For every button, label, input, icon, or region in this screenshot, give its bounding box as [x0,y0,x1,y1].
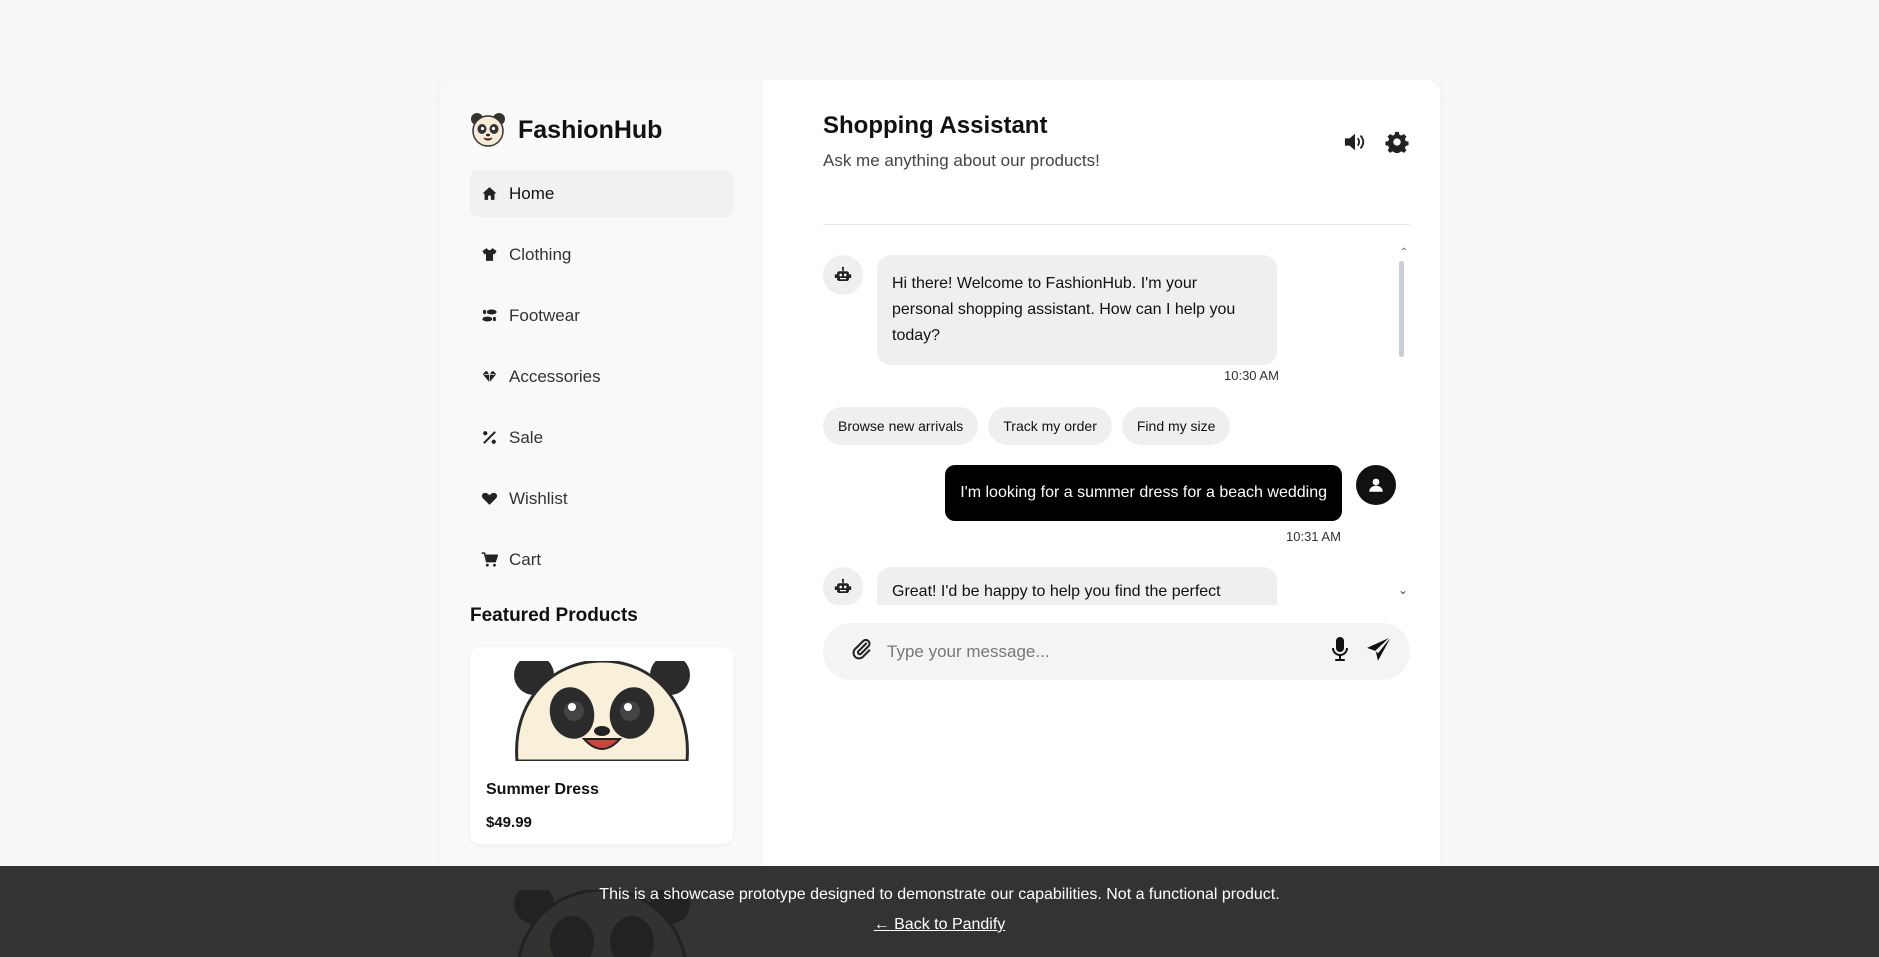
sidebar-item-sale[interactable]: Sale [470,414,733,461]
bot-avatar [823,567,863,605]
home-icon [480,185,498,203]
chat-header: Shopping Assistant Ask me anything about… [823,112,1410,225]
brand-name: FashionHub [518,115,663,144]
quick-replies: Browse new arrivals Track my order Find … [823,407,1231,445]
message-list[interactable]: ⌃ ⌄ Hi there! Welcome to FashionHub. I'm… [823,225,1410,605]
scroll-down-icon[interactable]: ⌄ [1398,583,1408,597]
message-bubble: Great! I'd be happy to help you find the… [877,567,1277,605]
shoe-prints-icon [480,307,498,325]
sidebar-item-wishlist[interactable]: Wishlist [470,475,733,522]
message-bubble: I'm looking for a summer dress for a bea… [945,465,1342,521]
product-image [512,661,692,761]
message-bubble: Hi there! Welcome to FashionHub. I'm you… [877,255,1277,365]
sidebar-item-footwear[interactable]: Footwear [470,292,733,339]
scroll-up-icon[interactable]: ⌃ [1400,247,1408,258]
sidebar-item-clothing[interactable]: Clothing [470,231,733,278]
gear-icon[interactable] [1384,129,1410,155]
sidebar-item-label: Cart [509,549,542,569]
cart-icon [480,551,498,569]
header-actions [1342,129,1410,155]
heart-icon [480,490,498,508]
product-name: Summer Dress [486,781,599,798]
robot-icon [834,266,852,281]
message-time: 10:31 AM [1286,529,1341,544]
panda-logo-icon [471,113,505,147]
chat-panel: Shopping Assistant Ask me anything about… [763,80,1440,957]
sidebar: FashionHub Home Clothing Footwear Access… [440,80,763,957]
percent-icon [480,429,498,447]
robot-icon [834,578,852,593]
message-input[interactable] [887,641,1332,662]
featured-products-title: Featured Products [470,605,638,626]
gem-icon [480,368,498,386]
user-avatar [1356,465,1396,505]
message-time: 10:30 AM [1224,368,1279,383]
sidebar-item-label: Wishlist [509,488,568,508]
banner-text: This is a showcase prototype designed to… [599,886,1280,903]
sidebar-item-label: Home [509,183,555,203]
send-icon[interactable] [1366,636,1392,667]
bot-message: Great! I'd be happy to help you find the… [823,567,1277,605]
sidebar-item-label: Accessories [509,366,601,386]
product-card[interactable]: Summer Dress $49.99 [470,647,733,844]
sidebar-item-home[interactable]: Home [470,170,733,217]
user-message: I'm looking for a summer dress for a bea… [945,465,1396,521]
product-price: $49.99 [486,814,532,831]
sidebar-item-label: Footwear [509,305,580,325]
bot-avatar [823,255,863,295]
app-container: FashionHub Home Clothing Footwear Access… [440,80,1440,957]
message-composer [823,623,1410,680]
sidebar-item-accessories[interactable]: Accessories [470,353,733,400]
paperclip-icon[interactable] [851,637,873,666]
sidebar-item-cart[interactable]: Cart [470,536,733,583]
sidebar-nav: Home Clothing Footwear Accessories Sale … [470,170,733,583]
scrollbar-thumb[interactable] [1399,261,1404,357]
user-icon [1369,478,1383,492]
sidebar-item-label: Clothing [509,244,572,264]
volume-icon[interactable] [1342,129,1368,155]
sidebar-item-label: Sale [509,427,544,447]
bot-message: Hi there! Welcome to FashionHub. I'm you… [823,255,1277,365]
quick-reply-track-order[interactable]: Track my order [988,407,1112,445]
quick-reply-browse-new-arrivals[interactable]: Browse new arrivals [823,407,979,445]
brand[interactable]: FashionHub [470,112,733,148]
quick-reply-find-size[interactable]: Find my size [1121,407,1231,445]
prototype-banner: This is a showcase prototype designed to… [0,866,1879,957]
tshirt-icon [480,246,498,264]
back-to-pandify-link[interactable]: ← Back to Pandify [874,916,1006,934]
chat-subtitle: Ask me anything about our products! [823,151,1100,170]
microphone-icon[interactable] [1332,636,1348,667]
chat-title: Shopping Assistant [823,112,1048,139]
